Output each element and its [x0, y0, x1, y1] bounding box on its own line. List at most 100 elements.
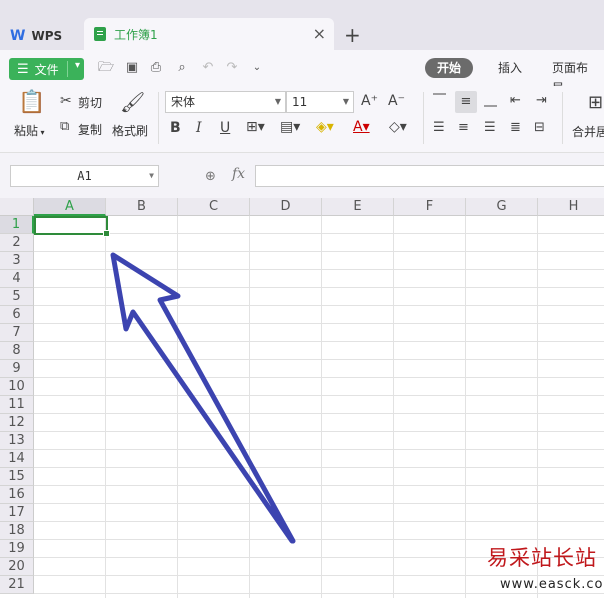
chevron-down-icon: ▼ — [274, 97, 281, 106]
column-header-f[interactable]: F — [394, 198, 466, 216]
active-cell-a1[interactable] — [34, 216, 110, 237]
increase-indent-icon[interactable]: ⇥ — [536, 93, 547, 108]
cell-style-icon[interactable]: ▤▾ — [280, 119, 300, 135]
paste-button[interactable]: 粘贴 ▾ — [14, 122, 45, 139]
select-all-corner[interactable] — [0, 198, 34, 216]
increase-font-icon[interactable]: A⁺ — [361, 93, 378, 109]
decrease-indent-icon[interactable]: ⇤ — [510, 93, 521, 108]
row-header-5[interactable]: 5 — [0, 288, 34, 306]
row-header-19[interactable]: 19 — [0, 540, 34, 558]
column-header-c[interactable]: C — [178, 198, 250, 216]
font-name-value: 宋体 — [171, 95, 196, 109]
title-bar: W WPS 工作簿1 × + — [0, 0, 604, 50]
close-tab-icon[interactable]: × — [313, 24, 326, 43]
row-header-8[interactable]: 8 — [0, 342, 34, 360]
align-middle-icon[interactable]: ≡ — [455, 91, 477, 113]
formula-input[interactable] — [255, 165, 604, 187]
font-color-icon[interactable]: A▾ — [353, 119, 370, 135]
redo-icon[interactable]: ↷ — [224, 60, 240, 76]
document-tab[interactable]: 工作簿1 × — [84, 18, 334, 50]
merge-cells-icon[interactable]: ⊞ — [588, 92, 603, 113]
print-preview-icon[interactable]: ⌕ — [174, 60, 190, 76]
italic-icon[interactable]: I — [196, 120, 202, 136]
column-header-h[interactable]: H — [538, 198, 604, 216]
clear-format-icon[interactable]: ◇▾ — [389, 119, 407, 135]
chevron-down-icon[interactable]: ▾ — [75, 60, 80, 71]
insert-function-button[interactable]: fx — [232, 166, 245, 182]
row-header-21[interactable]: 21 — [0, 576, 34, 594]
paste-icon[interactable]: 📋 — [18, 90, 45, 115]
watermark-name: 易采站长站 — [487, 546, 597, 570]
column-header-a[interactable]: A — [34, 198, 106, 216]
font-name-select[interactable]: 宋体 ▼ — [165, 91, 286, 113]
spreadsheet-icon — [94, 27, 106, 41]
row-header-4[interactable]: 4 — [0, 270, 34, 288]
format-painter-icon[interactable]: 🖌 — [120, 90, 145, 114]
copy-icon[interactable]: ⧉ — [60, 119, 69, 134]
site-watermark: 易采站长站 www.easck.com — [484, 540, 604, 598]
spreadsheet-grid[interactable]: ABCDEFGH 1 2 3 4 5 6 7 8 9 10 11 12 13 14 15 16 17 18 19 20… — [0, 198, 604, 598]
row-header-2[interactable]: 2 — [0, 234, 34, 252]
row-header-20[interactable]: 20 — [0, 558, 34, 576]
row-header-11[interactable]: 11 — [0, 396, 34, 414]
row-header-12[interactable]: 12 — [0, 414, 34, 432]
wps-logo-icon: W — [10, 28, 26, 44]
align-right-icon[interactable]: ☰ — [484, 120, 496, 135]
watermark-url: www.easck.com — [500, 577, 604, 592]
row-header-6[interactable]: 6 — [0, 306, 34, 324]
row-header-3[interactable]: 3 — [0, 252, 34, 270]
merge-center-button[interactable]: 合并居 — [572, 123, 604, 140]
cut-button[interactable]: 剪切 — [78, 94, 102, 111]
row-header-13[interactable]: 13 — [0, 432, 34, 450]
row-header-10[interactable]: 10 — [0, 378, 34, 396]
underline-icon[interactable]: U — [220, 120, 230, 136]
font-size-select[interactable]: 11 ▼ — [286, 91, 354, 113]
align-top-icon[interactable]: ⎺ — [433, 93, 446, 108]
row-header-17[interactable]: 17 — [0, 504, 34, 522]
wps-home-tab[interactable]: W WPS — [10, 22, 62, 50]
align-left-icon[interactable]: ☰ — [433, 120, 445, 135]
file-menu-button[interactable]: ☰ 文件 ▾ — [9, 58, 84, 80]
file-menu-label: 文件 — [34, 62, 59, 77]
align-center-icon[interactable]: ≡ — [458, 120, 469, 135]
tab-page-layout[interactable]: 页面布局 — [540, 58, 604, 95]
distribute-icon[interactable]: ⊟ — [534, 120, 545, 135]
copy-button[interactable]: 复制 — [78, 121, 102, 138]
column-header-e[interactable]: E — [322, 198, 394, 216]
customize-toolbar-icon[interactable]: ⌄ — [249, 60, 265, 76]
row-header-15[interactable]: 15 — [0, 468, 34, 486]
justify-icon[interactable]: ≣ — [510, 120, 521, 135]
print-icon[interactable]: ⎙ — [148, 60, 164, 76]
open-folder-icon[interactable]: 🗁 — [98, 60, 114, 76]
hamburger-icon: ☰ — [17, 61, 29, 77]
undo-icon[interactable]: ↶ — [200, 60, 216, 76]
row-header-16[interactable]: 16 — [0, 486, 34, 504]
row-header-1[interactable]: 1 — [0, 216, 34, 234]
tab-home[interactable]: 开始 — [425, 58, 474, 78]
column-header-b[interactable]: B — [106, 198, 178, 216]
column-header-d[interactable]: D — [250, 198, 322, 216]
bold-icon[interactable]: B — [170, 120, 181, 136]
formula-bar: A1 ▼ ⊕ fx — [0, 152, 604, 198]
font-size-value: 11 — [292, 95, 308, 109]
zoom-icon[interactable]: ⊕ — [205, 169, 216, 184]
save-icon[interactable]: ▣ — [124, 60, 140, 76]
home-ribbon: 📋 粘贴 ▾ ✂ 剪切 ⧉ 复制 🖌 格式刷 宋体 ▼ 11 ▼ A⁺ A⁻ B… — [0, 86, 604, 152]
borders-icon[interactable]: ⊞▾ — [246, 119, 265, 135]
column-header-g[interactable]: G — [466, 198, 538, 216]
scissors-icon[interactable]: ✂ — [60, 93, 72, 109]
name-box[interactable]: A1 ▼ — [10, 165, 159, 187]
align-bottom-icon[interactable]: ⎽ — [484, 93, 497, 108]
cell-reference: A1 — [77, 169, 92, 183]
row-header-7[interactable]: 7 — [0, 324, 34, 342]
tab-insert[interactable]: 插入 — [486, 58, 534, 78]
row-header-14[interactable]: 14 — [0, 450, 34, 468]
format-painter-button[interactable]: 格式刷 — [112, 122, 148, 139]
wps-tab-label: WPS — [31, 29, 63, 43]
chevron-down-icon: ▼ — [149, 171, 154, 180]
fill-color-icon[interactable]: ◈▾ — [316, 119, 334, 135]
new-tab-icon[interactable]: + — [344, 23, 361, 47]
row-header-9[interactable]: 9 — [0, 360, 34, 378]
row-header-18[interactable]: 18 — [0, 522, 34, 540]
decrease-font-icon[interactable]: A⁻ — [388, 93, 405, 109]
